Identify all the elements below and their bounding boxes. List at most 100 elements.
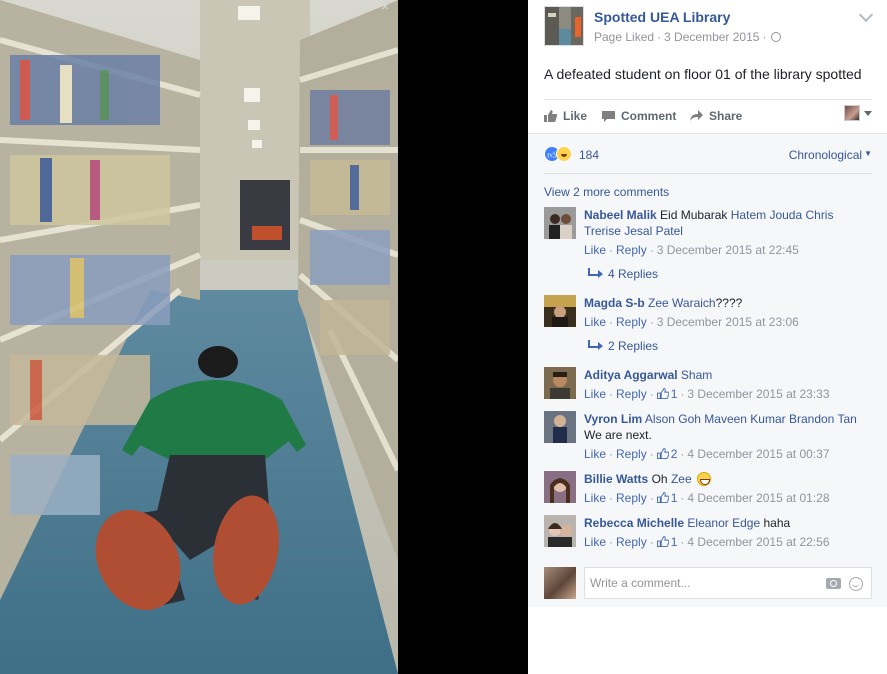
comment-input[interactable] xyxy=(585,568,815,598)
share-button[interactable]: Share xyxy=(690,106,742,126)
comment-body: Vyron Lim Alson Goh Maveen Kumar Brandon… xyxy=(584,411,872,443)
comment-text: ???? xyxy=(715,296,743,310)
emoji-smile-icon[interactable] xyxy=(849,577,863,591)
comment-like-link[interactable]: Like xyxy=(584,535,606,549)
page-name-link[interactable]: Spotted UEA Library xyxy=(594,9,730,25)
comment-body: Magda S-b Zee Waraich???? xyxy=(584,295,872,311)
commenter-name[interactable]: Aditya Aggarwal xyxy=(584,368,678,382)
comment-reply-link[interactable]: Reply xyxy=(616,535,647,549)
commenter-avatar[interactable] xyxy=(544,515,576,547)
commenter-avatar[interactable] xyxy=(544,471,576,503)
comment-button[interactable]: Comment xyxy=(602,106,676,126)
tagged-users[interactable]: Zee xyxy=(671,472,692,486)
commenter-name[interactable]: Billie Watts xyxy=(584,472,648,486)
comment-timestamp[interactable]: 3 December 2015 at 23:33 xyxy=(687,387,829,401)
comment-likes-count[interactable]: 1 xyxy=(656,491,678,505)
meta-separator: · xyxy=(657,30,662,44)
close-icon[interactable]: × xyxy=(377,0,393,14)
comment-like-link[interactable]: Like xyxy=(584,387,606,401)
share-label: Share xyxy=(709,109,743,123)
comment-likes-count[interactable]: 2 xyxy=(656,447,677,461)
post-as-selector[interactable] xyxy=(844,105,872,121)
post-meta: Page Liked · 3 December 2015 · xyxy=(594,30,782,44)
tagged-users[interactable]: Eleanor Edge xyxy=(687,516,760,530)
commenter-name[interactable]: Nabeel Malik xyxy=(584,208,657,222)
comment-reply-link[interactable]: Reply xyxy=(616,387,647,401)
like-button[interactable]: Like xyxy=(544,106,587,126)
comment-order-dropdown[interactable]: Chronological ▼ xyxy=(789,148,872,162)
comment-timestamp[interactable]: 3 December 2015 at 22:45 xyxy=(657,243,799,257)
tagged-users[interactable]: Alson Goh Maveen Kumar Brandon Tan xyxy=(645,412,857,426)
reaction-count[interactable]: 184 xyxy=(579,148,599,162)
likes-count: 1 xyxy=(670,491,678,505)
comment-like-link[interactable]: Like xyxy=(584,447,606,461)
footer-separator: · xyxy=(649,243,654,257)
post-side-panel: Spotted UEA Library Page Liked · 3 Decembe… xyxy=(528,0,887,674)
footer-separator: · xyxy=(609,315,614,329)
globe-icon[interactable] xyxy=(771,32,782,42)
comment-text: haha xyxy=(763,516,791,530)
post-date-link[interactable]: 3 December 2015 xyxy=(664,30,759,44)
caret-down-icon: ▼ xyxy=(864,149,872,158)
comment-body: Aditya Aggarwal Sham xyxy=(584,367,872,383)
avatar-image xyxy=(544,515,576,547)
view-replies-link[interactable]: 4 Replies xyxy=(588,267,658,281)
comment-likes-count[interactable]: 1 xyxy=(656,387,677,401)
comment-input-box[interactable] xyxy=(584,567,872,599)
camera-icon[interactable] xyxy=(826,578,841,589)
comment-like-link[interactable]: Like xyxy=(584,315,606,329)
likes-count: 1 xyxy=(670,535,678,549)
footer-separator: · xyxy=(609,243,614,257)
footer-separator: · xyxy=(680,535,685,549)
comment-timestamp[interactable]: 3 December 2015 at 23:06 xyxy=(657,315,799,329)
haha-reaction-icon[interactable] xyxy=(556,146,572,162)
comment-timestamp[interactable]: 4 December 2015 at 22:56 xyxy=(687,535,829,549)
comment-reply-link[interactable]: Reply xyxy=(616,243,647,257)
view-more-comments-link[interactable]: View 2 more comments xyxy=(544,185,669,199)
footer-separator: · xyxy=(680,387,685,401)
meta-separator-2: · xyxy=(762,30,767,44)
comment-footer: Like · Reply · 1 · 4 December 2015 at 22:56 xyxy=(584,535,830,549)
footer-separator: · xyxy=(680,447,685,461)
avatar-image xyxy=(544,411,576,443)
reactions-row: 👍︎ 184 Chronological ▼ xyxy=(544,144,872,174)
comment-text: Oh xyxy=(651,472,668,486)
comment-like-link[interactable]: Like xyxy=(584,491,606,505)
comment-composer xyxy=(544,567,872,601)
tagged-users[interactable]: Sham xyxy=(681,368,712,382)
comment-reply-link[interactable]: Reply xyxy=(616,315,647,329)
commenter-avatar[interactable] xyxy=(544,411,576,443)
footer-separator: · xyxy=(609,535,614,549)
footer-separator: · xyxy=(680,491,685,505)
view-replies-link[interactable]: 2 Replies xyxy=(588,339,658,353)
comment-footer: Like · Reply · 1 · 4 December 2015 at 01:28 xyxy=(584,491,830,505)
thumbs-up-outline-icon xyxy=(656,492,669,503)
comment-timestamp[interactable]: 4 December 2015 at 00:37 xyxy=(687,447,829,461)
commenter-avatar[interactable] xyxy=(544,367,576,399)
comment-like-link[interactable]: Like xyxy=(584,243,606,257)
post-photo[interactable] xyxy=(0,0,398,674)
comment-timestamp[interactable]: 4 December 2015 at 01:28 xyxy=(687,491,829,505)
page-avatar[interactable] xyxy=(544,6,584,46)
comment-footer: Like · Reply · 2 · 4 December 2015 at 00:37 xyxy=(584,447,830,461)
footer-separator: · xyxy=(609,491,614,505)
avatar-image xyxy=(544,367,576,399)
liked-status: Page Liked xyxy=(594,30,655,44)
commenter-avatar[interactable] xyxy=(544,295,576,327)
comment-reply-link[interactable]: Reply xyxy=(616,447,647,461)
comment-likes-count[interactable]: 1 xyxy=(656,535,678,549)
thumbs-up-outline-icon xyxy=(656,536,669,547)
comment-reply-link[interactable]: Reply xyxy=(616,491,647,505)
like-label: Like xyxy=(563,109,588,123)
commenter-name[interactable]: Vyron Lim xyxy=(584,412,642,426)
current-user-avatar xyxy=(544,567,576,599)
chevron-down-icon[interactable] xyxy=(858,7,874,23)
tagged-users[interactable]: Zee Waraich xyxy=(648,296,716,310)
grinning-emoji-icon xyxy=(696,472,711,486)
comment-bubble-icon xyxy=(602,111,615,122)
current-user-avatar xyxy=(844,105,860,121)
commenter-name[interactable]: Rebecca Michelle xyxy=(584,516,684,530)
commenter-avatar[interactable] xyxy=(544,207,576,239)
footer-separator: · xyxy=(609,447,614,461)
commenter-name[interactable]: Magda S-b xyxy=(584,296,645,310)
